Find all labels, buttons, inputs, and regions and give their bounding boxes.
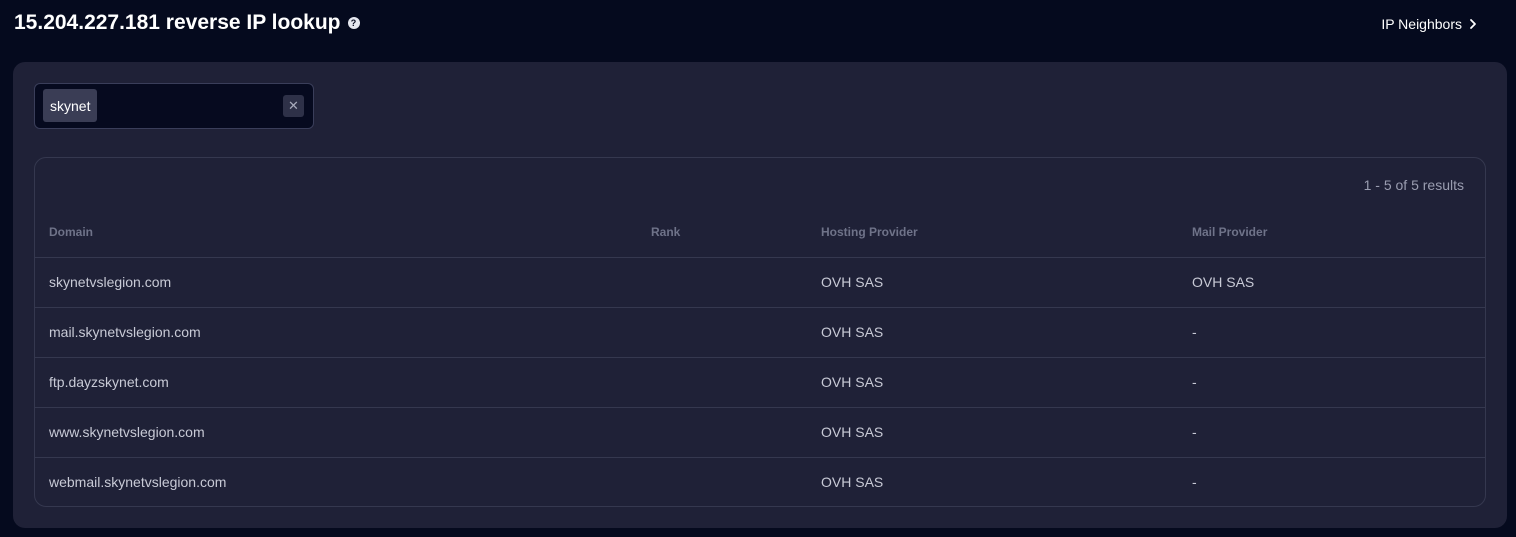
results-count: 1 - 5 of 5 results xyxy=(1363,177,1464,193)
table-row: webmail.skynetvslegion.com OVH SAS - xyxy=(35,457,1485,506)
chevron-right-icon xyxy=(1470,19,1476,29)
rank-cell xyxy=(637,457,807,506)
rank-cell xyxy=(637,357,807,408)
page-title: 15.204.227.181 reverse IP lookup ? xyxy=(14,11,360,35)
domain-link[interactable]: skynetvslegion.com xyxy=(35,257,637,308)
hosting-provider-cell: OVH SAS xyxy=(821,474,884,491)
column-header-mail-provider[interactable]: Mail Provider xyxy=(1178,207,1485,258)
mail-provider-cell: OVH SAS xyxy=(1178,257,1485,308)
table-row: www.skynetvslegion.com OVH SAS - xyxy=(35,407,1485,458)
column-header-hosting-provider[interactable]: Hosting Provider xyxy=(807,207,1178,258)
hosting-provider-cell: OVH SAS xyxy=(807,307,1178,358)
column-header-domain[interactable]: Domain xyxy=(35,207,637,258)
mail-provider-cell: - xyxy=(1178,407,1485,458)
close-icon[interactable]: ✕ xyxy=(283,95,304,117)
table-row: ftp.dayzskynet.com OVH SAS - xyxy=(35,357,1485,408)
domain-link[interactable]: mail.skynetvslegion.com xyxy=(35,307,637,358)
table-header-row: Domain Rank Hosting Provider Mail Provid… xyxy=(35,207,1485,258)
domain-link[interactable]: webmail.skynetvslegion.com xyxy=(35,457,637,506)
ip-neighbors-link[interactable]: IP Neighbors xyxy=(1381,16,1478,32)
domain-link[interactable]: www.skynetvslegion.com xyxy=(35,407,637,458)
ip-neighbors-label[interactable]: IP Neighbors xyxy=(1381,16,1462,32)
mail-provider-cell: - xyxy=(1178,307,1485,358)
hosting-provider-cell: OVH SAS xyxy=(807,407,1178,458)
rank-cell xyxy=(637,407,807,458)
filter-tag[interactable]: skynet xyxy=(43,89,98,122)
domain-link[interactable]: ftp.dayzskynet.com xyxy=(35,357,637,408)
domain-filter-input[interactable]: skynet ✕ xyxy=(34,83,314,129)
results-table: Domain Rank Hosting Provider Mail Provid… xyxy=(35,207,1485,506)
mail-provider-cell: - xyxy=(1178,357,1485,408)
table-row: skynetvslegion.com OVH SAS OVH SAS xyxy=(35,257,1485,308)
question-circle-icon[interactable]: ? xyxy=(347,17,360,29)
results-table-card: 1 - 5 of 5 results Domain Rank Hosting P… xyxy=(34,157,1486,507)
hosting-provider-cell: OVH SAS xyxy=(807,257,1178,308)
mail-provider-cell: - xyxy=(1192,474,1197,491)
rank-cell xyxy=(637,307,807,358)
table-row: mail.skynetvslegion.com OVH SAS - xyxy=(35,307,1485,358)
rank-cell xyxy=(637,257,807,308)
page-title-text: 15.204.227.181 reverse IP lookup xyxy=(14,11,341,34)
results-panel: skynet ✕ 1 - 5 of 5 results Domain Rank … xyxy=(13,62,1507,528)
column-header-rank[interactable]: Rank xyxy=(637,207,807,258)
hosting-provider-cell: OVH SAS xyxy=(807,357,1178,408)
